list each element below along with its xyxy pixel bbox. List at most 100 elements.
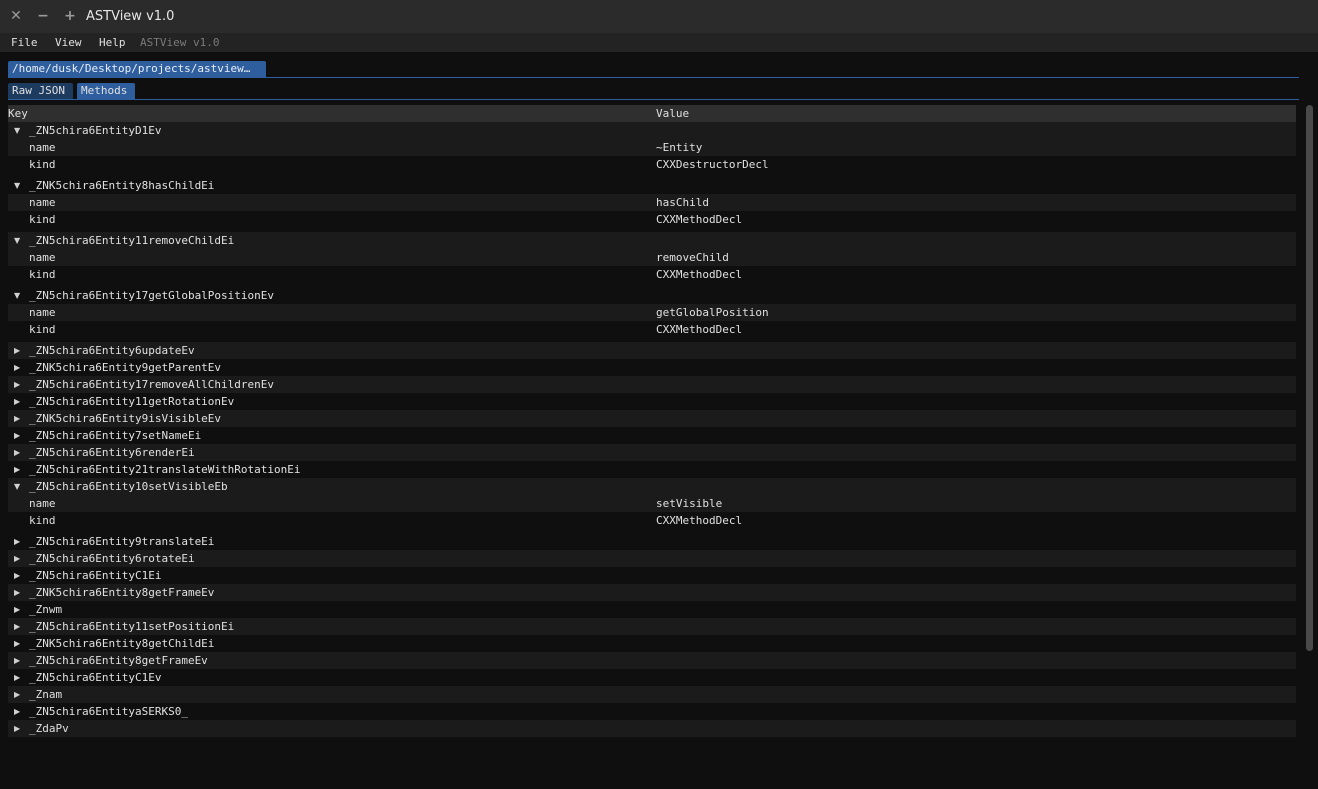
property-key: name (29, 141, 56, 154)
tree-node-row[interactable]: ▼ _ZN5chira6Entity17getGlobalPositionEv (8, 287, 1296, 304)
tree-node-row[interactable]: ▶ _ZN5chira6Entity7setNameEi (8, 427, 1296, 444)
property-value: setVisible (656, 497, 723, 510)
tree-node-row[interactable]: ▶ _ZN5chira6Entity11setPositionEi (8, 618, 1296, 635)
node-key: _ZN5chira6EntityC1Ev (29, 671, 162, 684)
node-key: _ZN5chira6Entity6updateEv (29, 344, 195, 357)
tree-node-row[interactable]: ▶ _ZNK5chira6Entity8getChildEi (8, 635, 1296, 652)
file-tab-underline (8, 77, 1299, 78)
tree-node-row[interactable]: ▶ _ZN5chira6Entity11getRotationEv (8, 393, 1296, 410)
tree-node-row[interactable]: ▶ _ZN5chira6Entity21translateWithRotation… (8, 461, 1296, 478)
window-title: ASTView v1.0 (86, 9, 175, 24)
caret-down-icon[interactable]: ▼ (14, 287, 24, 304)
caret-right-icon[interactable]: ▶ (14, 359, 24, 376)
tree-node-row[interactable]: ▶ _ZdaPv (8, 720, 1296, 737)
caret-right-icon[interactable]: ▶ (14, 669, 24, 686)
property-value: ~Entity (656, 141, 703, 154)
title-bar: ✕ − + ASTView v1.0 (0, 0, 1318, 33)
column-header-value[interactable]: Value (656, 106, 689, 121)
tree-node-row[interactable]: ▶ _ZN5chira6Entity17removeAllChildrenEv (8, 376, 1296, 393)
property-value: removeChild (656, 251, 729, 264)
property-key: kind (29, 158, 56, 171)
node-key: _ZN5chira6Entity8getFrameEv (29, 654, 208, 667)
caret-down-icon[interactable]: ▼ (14, 232, 24, 249)
tab-raw-json[interactable]: Raw JSON (8, 83, 73, 99)
caret-right-icon[interactable]: ▶ (14, 686, 24, 703)
node-key: _ZN5chira6Entity21translateWithRotationE… (29, 463, 301, 476)
caret-right-icon[interactable]: ▶ (14, 427, 24, 444)
caret-right-icon[interactable]: ▶ (14, 720, 24, 737)
caret-right-icon[interactable]: ▶ (14, 635, 24, 652)
caret-down-icon[interactable]: ▼ (14, 478, 24, 495)
tree-node-row[interactable]: ▶ _ZN5chira6EntityC1Ei (8, 567, 1296, 584)
node-key: _ZN5chira6Entity6renderEi (29, 446, 195, 459)
caret-right-icon[interactable]: ▶ (14, 461, 24, 478)
node-key: _Znam (29, 688, 63, 701)
node-key: _ZN5chira6Entity11removeChildEi (29, 234, 235, 247)
node-key: _ZN5chira6EntityaSERKS0_ (29, 705, 188, 718)
node-key: _ZN5chira6Entity17getGlobalPositionEv (29, 289, 275, 302)
caret-right-icon[interactable]: ▶ (14, 410, 24, 427)
node-key: _ZN5chira6Entity6rotateEi (29, 552, 195, 565)
caret-right-icon[interactable]: ▶ (14, 567, 24, 584)
caret-right-icon[interactable]: ▶ (14, 533, 24, 550)
tree-node-row[interactable]: ▶ _Znam (8, 686, 1296, 703)
tree-node-row[interactable]: ▶ _ZN5chira6Entity8getFrameEv (8, 652, 1296, 669)
node-key: _ZNK5chira6Entity9isVisibleEv (29, 412, 222, 425)
menu-view[interactable]: View (55, 35, 82, 50)
file-tab[interactable]: /home/dusk/Desktop/projects/astview… (8, 61, 266, 77)
tree-node-row[interactable]: ▶ _ZNK5chira6Entity8getFrameEv (8, 584, 1296, 601)
caret-down-icon[interactable]: ▼ (14, 177, 24, 194)
tab-methods[interactable]: Methods (77, 83, 135, 99)
tree-node-row[interactable]: ▶ _ZN5chira6Entity6updateEv (8, 342, 1296, 359)
tree-node-row[interactable]: ▶ _ZNK5chira6Entity9getParentEv (8, 359, 1296, 376)
caret-right-icon[interactable]: ▶ (14, 342, 24, 359)
tree-node-row[interactable]: ▶ _ZN5chira6Entity9translateEi (8, 533, 1296, 550)
table-header: Key Value (8, 105, 1296, 122)
tree-node-row[interactable]: ▼ _ZN5chira6Entity10setVisibleEb (8, 478, 1296, 495)
node-key: _ZdaPv (29, 722, 69, 735)
caret-right-icon[interactable]: ▶ (14, 376, 24, 393)
property-value: hasChild (656, 196, 709, 209)
tab-underline (8, 99, 1299, 100)
caret-right-icon[interactable]: ▶ (14, 618, 24, 635)
property-value: CXXMethodDecl (656, 323, 743, 336)
caret-right-icon[interactable]: ▶ (14, 584, 24, 601)
tree-node-row[interactable]: ▶ _ZN5chira6Entity6rotateEi (8, 550, 1296, 567)
tree-node-row[interactable]: ▼ _ZNK5chira6Entity8hasChildEi (8, 177, 1296, 194)
property-value: CXXMethodDecl (656, 514, 743, 527)
scrollbar-thumb[interactable] (1306, 105, 1313, 651)
caret-right-icon[interactable]: ▶ (14, 652, 24, 669)
node-key: _ZNK5chira6Entity8hasChildEi (29, 179, 215, 192)
caret-down-icon[interactable]: ▼ (14, 122, 24, 139)
tree-node-row[interactable]: ▶ _ZNK5chira6Entity9isVisibleEv (8, 410, 1296, 427)
property-row: kind CXXMethodDecl (8, 211, 1296, 228)
caret-right-icon[interactable]: ▶ (14, 550, 24, 567)
node-key: _ZN5chira6Entity10setVisibleEb (29, 480, 228, 493)
tree-node-row[interactable]: ▼ _ZN5chira6Entity11removeChildEi (8, 232, 1296, 249)
node-key: _ZN5chira6Entity11setPositionEi (29, 620, 235, 633)
app-caption: ASTView v1.0 (140, 36, 220, 49)
menu-help[interactable]: Help (99, 35, 126, 50)
tree-node-row[interactable]: ▶ _ZN5chira6EntityC1Ev (8, 669, 1296, 686)
caret-right-icon[interactable]: ▶ (14, 601, 24, 618)
tree-node-row[interactable]: ▶ _ZN5chira6Entity6renderEi (8, 444, 1296, 461)
tree-node-row[interactable]: ▶ _ZN5chira6EntityaSERKS0_ (8, 703, 1296, 720)
menu-file[interactable]: File (11, 35, 38, 50)
caret-right-icon[interactable]: ▶ (14, 703, 24, 720)
caret-right-icon[interactable]: ▶ (14, 393, 24, 410)
vertical-scrollbar[interactable] (1304, 105, 1315, 789)
property-value: CXXDestructorDecl (656, 158, 769, 171)
maximize-icon[interactable]: + (63, 8, 77, 24)
property-row: kind CXXMethodDecl (8, 321, 1296, 338)
property-row: name removeChild (8, 249, 1296, 266)
node-key: _ZN5chira6Entity17removeAllChildrenEv (29, 378, 275, 391)
column-header-key[interactable]: Key (8, 106, 28, 121)
minimize-icon[interactable]: − (36, 8, 50, 24)
property-key: name (29, 497, 56, 510)
tree-node-row[interactable]: ▶ _Znwm (8, 601, 1296, 618)
close-icon[interactable]: ✕ (9, 8, 23, 24)
caret-right-icon[interactable]: ▶ (14, 444, 24, 461)
tree-node-row[interactable]: ▼ _ZN5chira6EntityD1Ev (8, 122, 1296, 139)
property-row: name ~Entity (8, 139, 1296, 156)
node-key: _Znwm (29, 603, 63, 616)
